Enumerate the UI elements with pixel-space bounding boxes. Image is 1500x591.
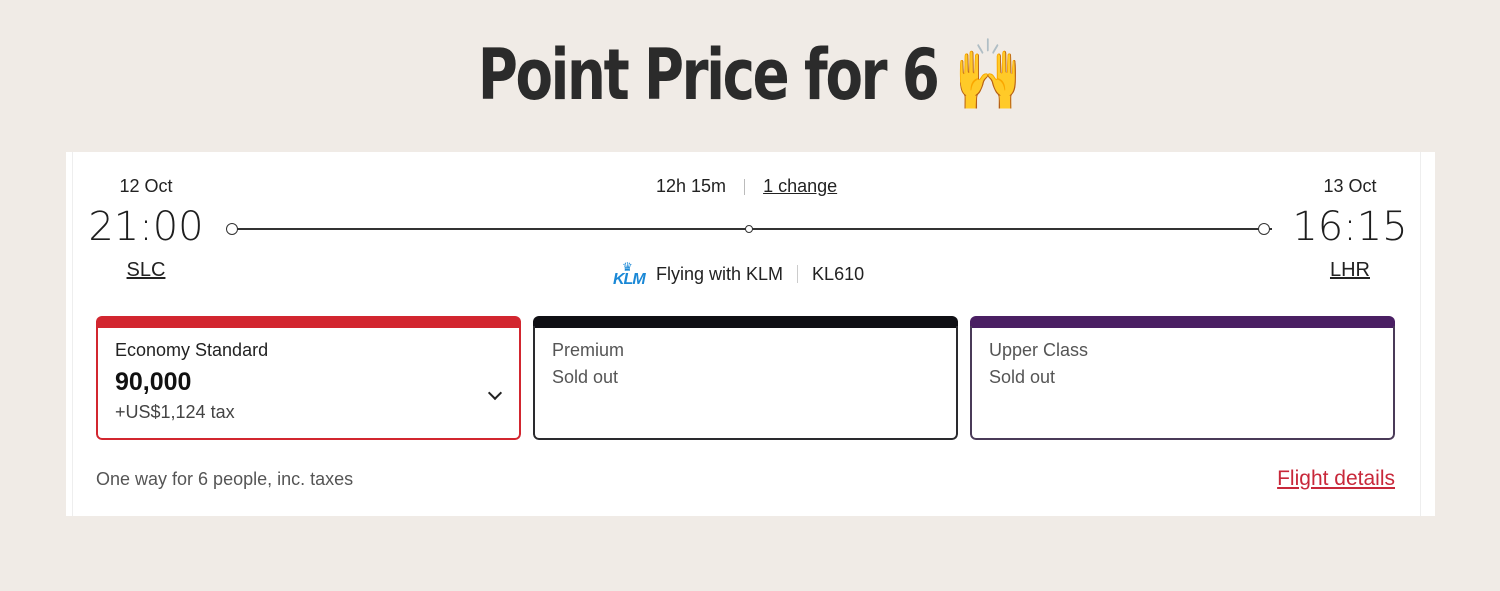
- klm-logo-icon: ♛ KLM: [613, 260, 646, 288]
- divider: [744, 178, 746, 195]
- changes-link[interactable]: 1 change: [763, 176, 837, 197]
- card-divider: [72, 152, 73, 516]
- fare-price: 90,000: [115, 368, 192, 396]
- page-headline: Point Price for 6 🙌: [165, 30, 1335, 120]
- departure-airport-link[interactable]: SLC: [86, 259, 206, 282]
- fare-tax: +US$1,124 tax: [115, 402, 235, 422]
- arrival-date: 13 Oct: [1323, 176, 1377, 196]
- fare-name: Economy Standard: [115, 340, 269, 360]
- duration-row: 12h 15m 1 change: [586, 176, 926, 197]
- price-note: One way for 6 people, inc. taxes: [96, 469, 354, 489]
- operator-label: Flying with KLM: [656, 263, 784, 284]
- arrival-time: 16:15: [1292, 204, 1408, 250]
- flight-details-link[interactable]: Flight details: [1277, 467, 1395, 491]
- fare-name: Premium: [552, 340, 625, 360]
- fare-card-economy[interactable]: Economy Standard 90,000 +US$1,124 tax: [96, 316, 521, 440]
- fare-status: Sold out: [552, 367, 619, 387]
- flight-number: KL610: [812, 263, 865, 284]
- departure-time: 21:00: [88, 204, 204, 250]
- divider: [797, 265, 799, 283]
- card-divider: [1420, 152, 1421, 516]
- fare-card-premium: Premium Sold out: [533, 316, 958, 440]
- flight-result-card: 12 Oct 21:00 SLC 13 Oct 16:15 LHR 12h 15…: [66, 152, 1435, 516]
- departure-date: 12 Oct: [119, 176, 173, 196]
- destination-dot: [1258, 223, 1270, 235]
- raised-hands-icon: 🙌: [954, 34, 1023, 116]
- arrival-airport-link[interactable]: LHR: [1290, 259, 1410, 282]
- flight-duration: 12h 15m: [656, 176, 727, 196]
- operator-row: ♛ KLM Flying with KLM KL610: [612, 260, 864, 288]
- fare-card-upper-class: Upper Class Sold out: [970, 316, 1395, 440]
- headline-text: Point Price for 6: [477, 34, 940, 116]
- stop-dot: [745, 225, 753, 233]
- fare-name: Upper Class: [989, 340, 1089, 360]
- origin-dot: [226, 223, 238, 235]
- fare-status: Sold out: [989, 367, 1056, 387]
